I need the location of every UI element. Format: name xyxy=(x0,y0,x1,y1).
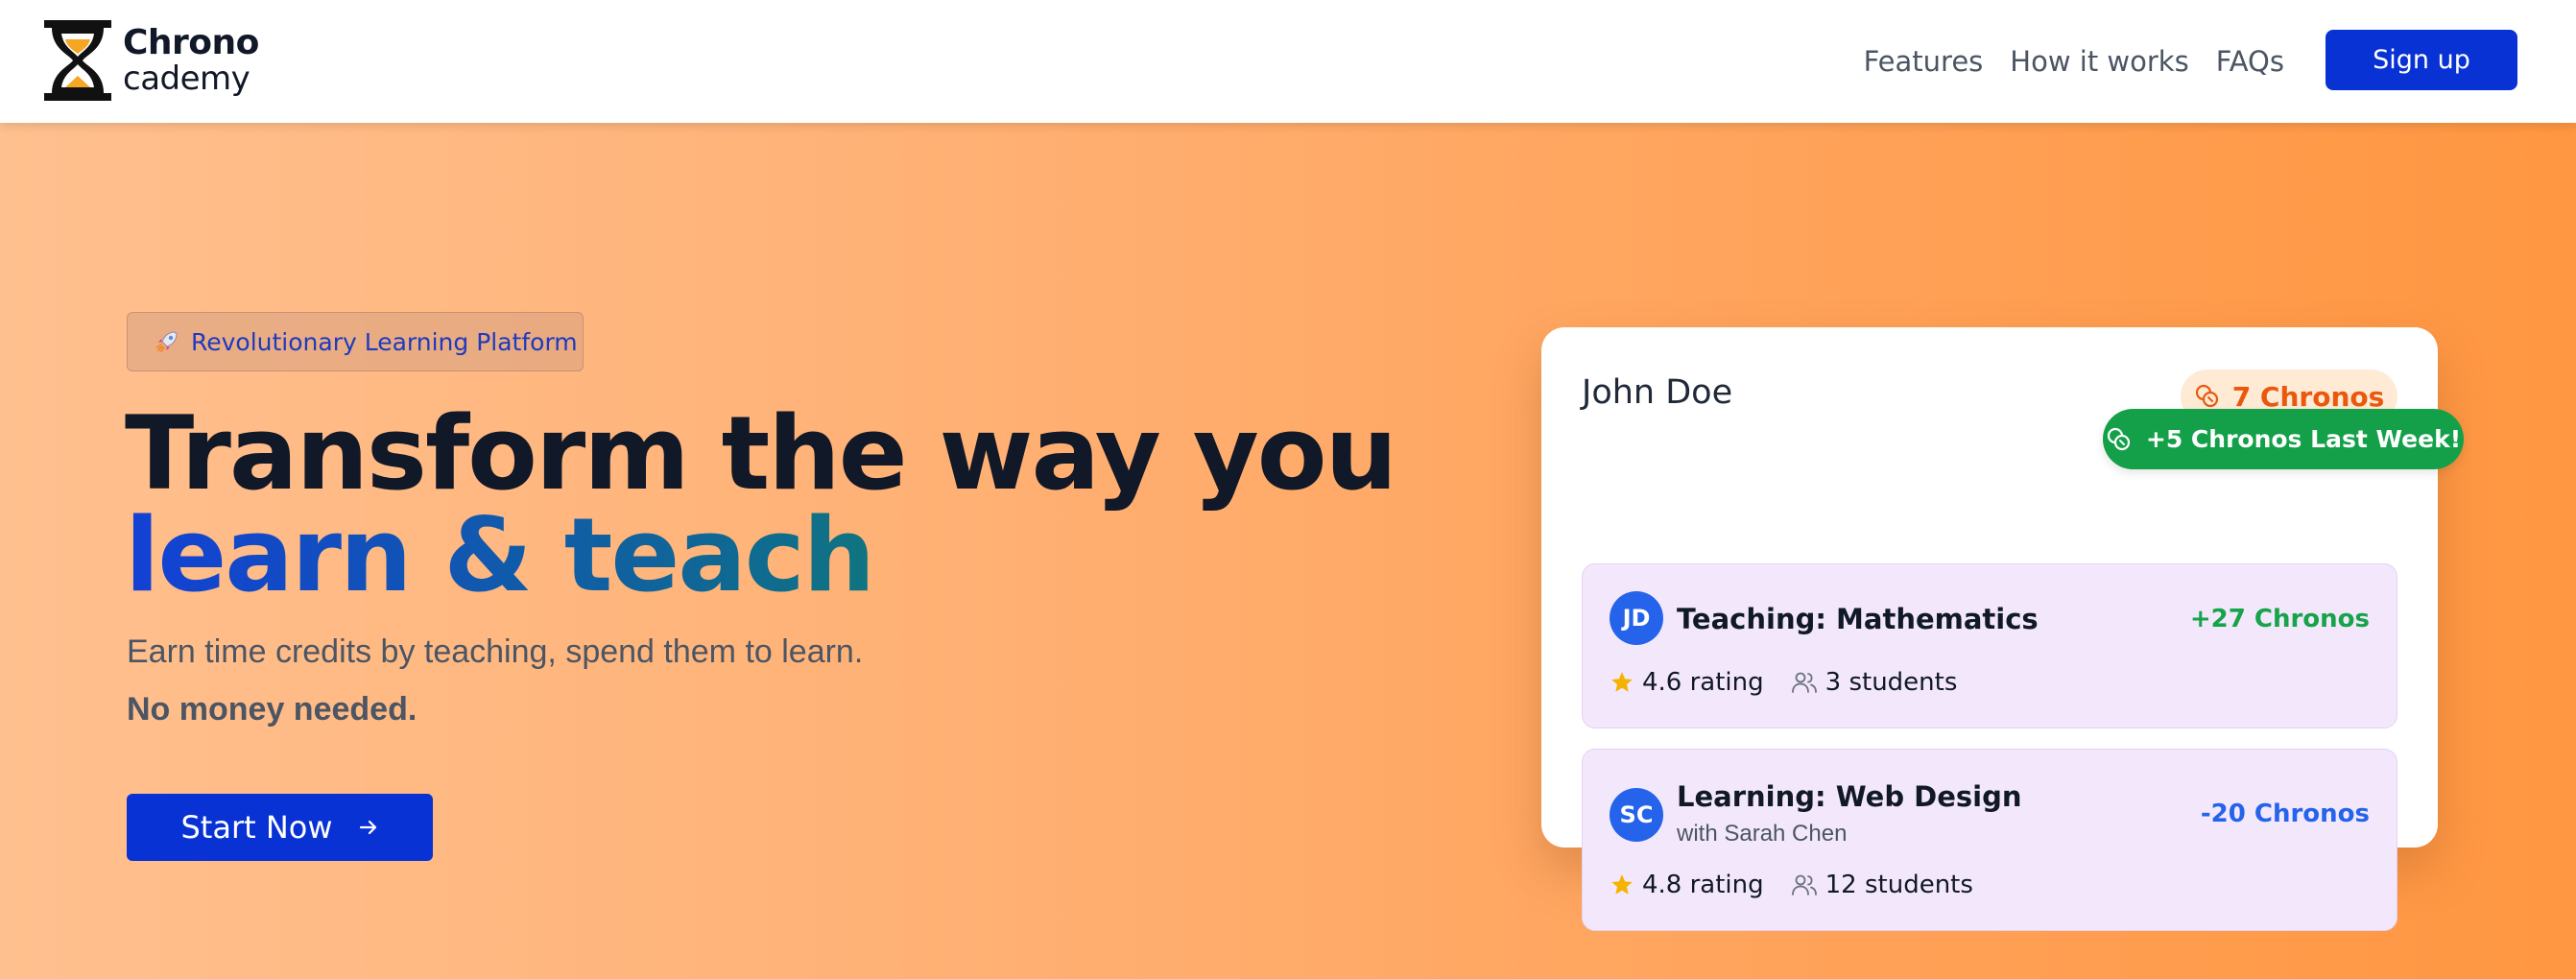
rocket-icon xyxy=(156,331,178,352)
transaction-amount: +27 Chronos xyxy=(2189,605,2370,633)
star-icon xyxy=(1611,672,1633,692)
nav-link-faqs[interactable]: FAQs xyxy=(2216,45,2284,78)
transaction-item-teaching[interactable]: JD Teaching: Mathematics +27 Chronos 4.6… xyxy=(1582,563,2397,728)
hero-subtitle: Earn time credits by teaching, spend the… xyxy=(127,633,864,670)
hero-headline: Transform the way you learn & teach xyxy=(125,394,1397,607)
hourglass-icon xyxy=(44,20,111,101)
top-navbar: Chrono cademy Features How it works FAQs… xyxy=(0,0,2576,123)
platform-badge-label: Revolutionary Learning Platform xyxy=(191,327,578,356)
user-name: John Doe xyxy=(1582,373,1733,412)
brand-name-line1: Chrono xyxy=(123,23,259,62)
start-now-label: Start Now xyxy=(180,809,333,846)
start-now-button[interactable]: Start Now xyxy=(127,794,433,861)
headline-line2: learn & teach xyxy=(125,505,1395,607)
transaction-rating: 4.6 rating xyxy=(1642,668,1764,697)
users-icon xyxy=(1791,874,1817,895)
balance-label: 7 Chronos xyxy=(2231,380,2385,413)
avatar: SC xyxy=(1610,788,1663,842)
transaction-rating: 4.8 rating xyxy=(1642,871,1764,899)
transaction-item-learning[interactable]: SC Learning: Web Design with Sarah Chen … xyxy=(1582,749,2397,931)
hero-section: Revolutionary Learning Platform Transfor… xyxy=(0,123,2576,979)
nav-link-features[interactable]: Features xyxy=(1864,45,1984,78)
nav-link-how-it-works[interactable]: How it works xyxy=(2010,45,2188,78)
transaction-amount: -20 Chronos xyxy=(2200,800,2370,828)
transaction-title: Learning: Web Design xyxy=(1677,780,2022,813)
brand-logo[interactable]: Chrono cademy xyxy=(44,19,259,102)
user-summary-card: John Doe 7 Chronos JD Teaching: Mathemat… xyxy=(1541,327,2438,931)
headline-line1: Transform the way you xyxy=(125,394,1397,513)
arrow-right-icon xyxy=(359,820,376,835)
coins-icon xyxy=(2195,384,2218,408)
transaction-meta: 4.8 rating 12 students xyxy=(1610,871,2000,899)
weekly-earnings-badge: +5 Chronos Last Week! xyxy=(2103,409,2464,469)
users-icon xyxy=(1791,672,1817,693)
nav-links: Features How it works FAQs xyxy=(1864,0,2284,123)
transaction-title: Teaching: Mathematics xyxy=(1677,603,2039,635)
transaction-subtitle: with Sarah Chen xyxy=(1677,821,1848,847)
transaction-meta: 4.6 rating 3 students xyxy=(1610,668,1984,697)
star-icon xyxy=(1611,874,1633,895)
platform-badge: Revolutionary Learning Platform xyxy=(127,312,584,371)
signup-button[interactable]: Sign up xyxy=(2326,30,2517,90)
transaction-students: 3 students xyxy=(1825,668,1958,697)
hero-subtitle-bold: No money needed. xyxy=(127,691,417,728)
transaction-students: 12 students xyxy=(1825,871,1973,899)
avatar: JD xyxy=(1610,591,1663,645)
weekly-earnings-label: +5 Chronos Last Week! xyxy=(2145,425,2462,453)
coins-icon xyxy=(2107,427,2130,450)
brand-name-line2: cademy xyxy=(123,60,250,98)
